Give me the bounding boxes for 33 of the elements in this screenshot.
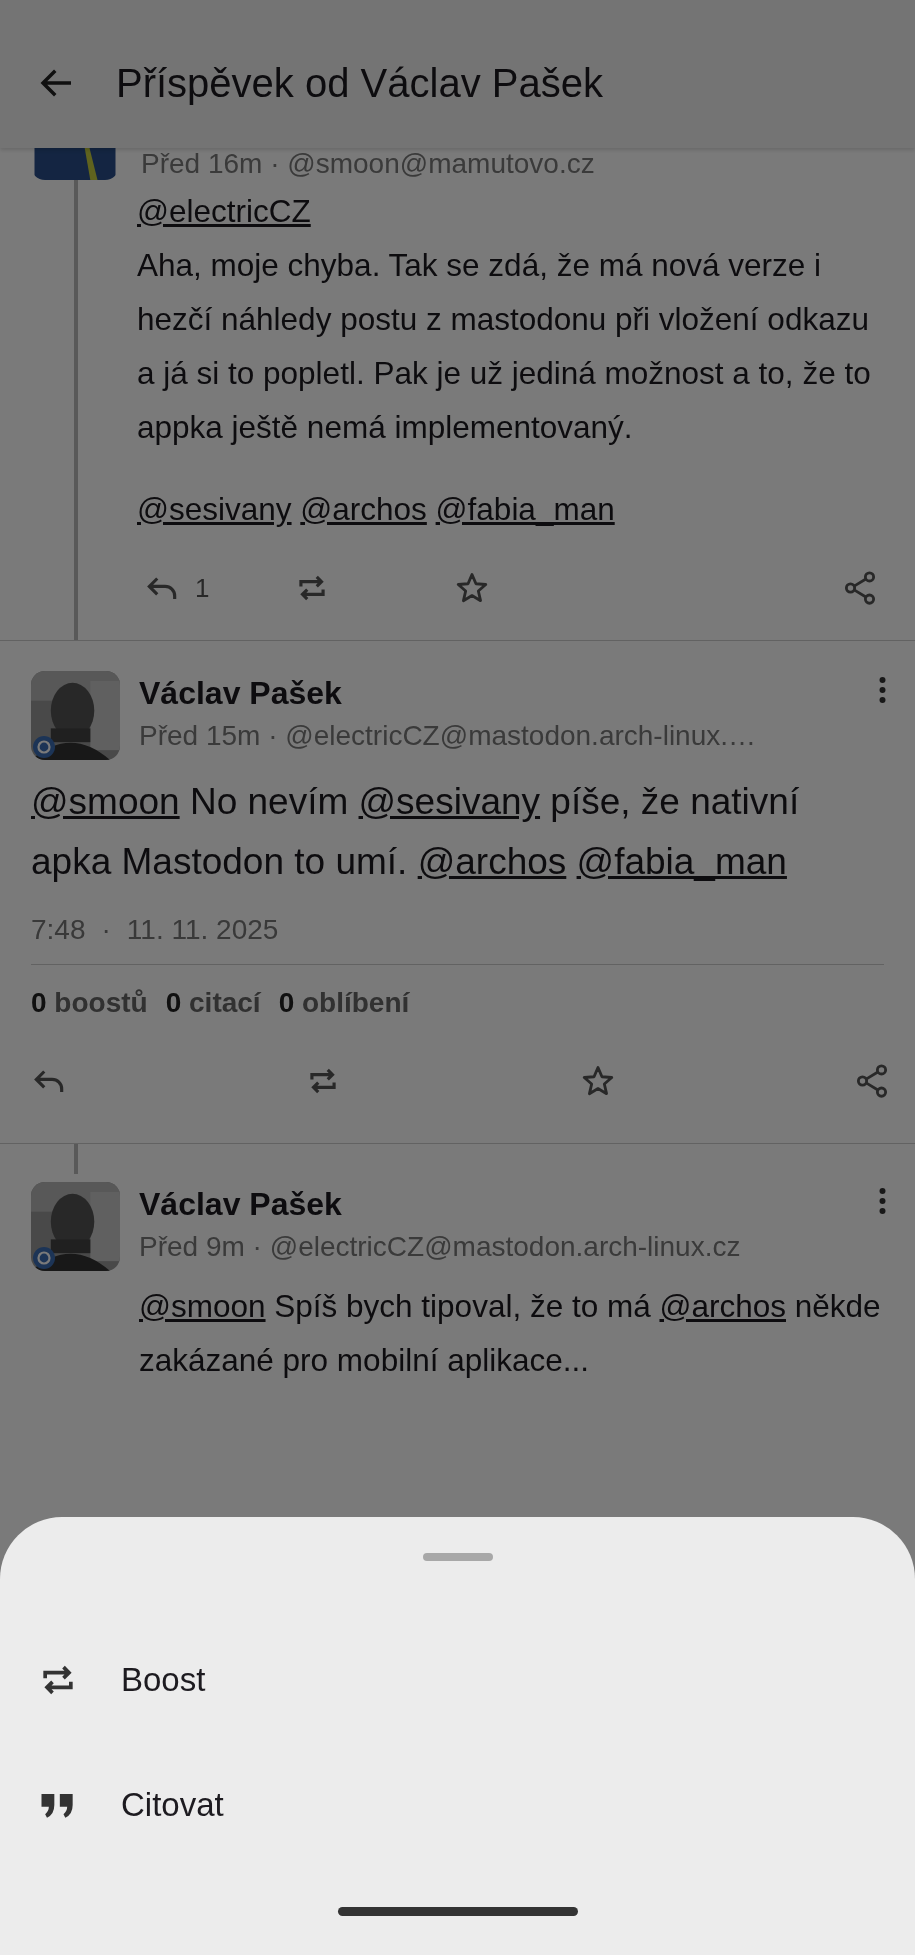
mention-link[interactable]: @smoon bbox=[139, 1288, 266, 1324]
reply-button[interactable]: 1 bbox=[137, 563, 287, 613]
post-text: @smoon Spíš bych tipoval, že to má @archos někde zakázané pro mobilní aplikace... bbox=[138, 1287, 882, 1380]
stat-count[interactable]: 0 oblíbení bbox=[278, 987, 410, 1019]
mention-link[interactable]: @fabia_man bbox=[576, 841, 787, 882]
more-options-icon[interactable] bbox=[878, 1186, 887, 1216]
author-name[interactable]: Václav Pašek bbox=[139, 1186, 878, 1223]
menu-item[interactable]: Citovat bbox=[0, 1742, 915, 1867]
mention-link[interactable]: @archos bbox=[300, 491, 427, 527]
platform-badge-icon bbox=[33, 736, 55, 758]
post-time: 7:48 bbox=[31, 914, 86, 946]
stat-count[interactable]: 0 citací bbox=[165, 987, 261, 1019]
platform-badge-icon bbox=[33, 1247, 55, 1269]
post-text: @smoon No nevím @sesivany píše, že nativní apka Mastodon to umí. @archos @fabia_man bbox=[30, 780, 801, 884]
post-meta: Před 9m · @electricCZ@mastodon.arch-linux.cz bbox=[139, 1231, 742, 1263]
mention-link[interactable]: @fabia_man bbox=[435, 491, 615, 527]
screen-title: Příspěvek od Václav Pašek bbox=[116, 60, 603, 106]
separator-dot: · bbox=[101, 914, 111, 946]
post-meta: Před 15m · @electricCZ@mastodon.arch-linux.… bbox=[139, 720, 758, 752]
post-text: @electricCZ Aha, moje chyba. Tak se zdá, že má nová verze i hezčí náhledy postu z mastodonu při vložení odkazu a já si to popletl. Pak je už jediná možnost a to, že to appka ještě nemá implementovaný. @sesivany @archos @fabia_man bbox=[137, 192, 872, 529]
post-date: 11. 11. 2025 bbox=[126, 914, 279, 946]
mention-link[interactable]: @archos bbox=[417, 841, 567, 882]
author-name[interactable]: Václav Pašek bbox=[139, 675, 878, 712]
mention-link[interactable]: @electricCZ bbox=[137, 193, 311, 229]
mention-link[interactable]: @sesivany bbox=[358, 781, 541, 822]
menu-item[interactable]: Boost bbox=[0, 1617, 915, 1742]
mention-link[interactable]: @smoon bbox=[31, 781, 180, 822]
mention-link[interactable]: @archos bbox=[659, 1288, 786, 1324]
stat-count[interactable]: 0 boostů bbox=[31, 987, 148, 1019]
drag-handle[interactable] bbox=[422, 1553, 493, 1561]
post-meta: Před 16m · @smoon@mamutovo.cz bbox=[141, 148, 595, 180]
mention-link[interactable]: @sesivany bbox=[137, 491, 292, 527]
more-options-icon[interactable] bbox=[878, 675, 887, 705]
